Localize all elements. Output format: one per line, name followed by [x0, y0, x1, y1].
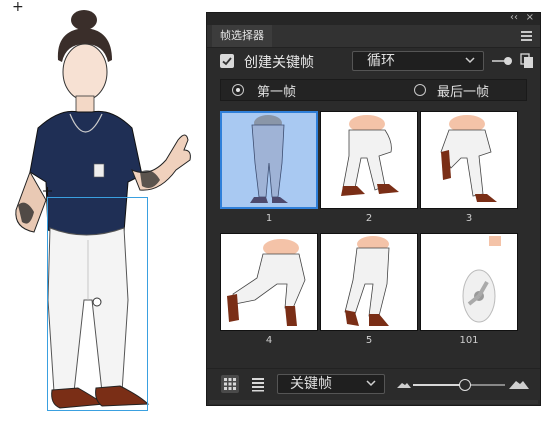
frame-thumbnail[interactable]: 1 — [220, 111, 320, 224]
checkmark-icon — [222, 57, 232, 66]
canvas-stage[interactable]: + — [0, 0, 205, 423]
grid-view-button[interactable] — [221, 375, 239, 393]
frame-number: 5 — [365, 335, 373, 346]
large-mountain-icon — [509, 381, 529, 389]
panel-top-bar: ‹‹ × — [207, 12, 540, 25]
frame-number: 3 — [465, 213, 473, 224]
collapse-panel-icon[interactable]: ‹‹ — [510, 12, 518, 23]
copy-icon[interactable] — [520, 53, 534, 69]
tab-frame-picker[interactable]: 帧选择器 — [212, 25, 272, 47]
frame-number: 101 — [459, 335, 479, 346]
panel-bottom-bar: 关键帧 — [207, 368, 540, 399]
panel-scrollbar[interactable] — [209, 400, 538, 404]
first-frame-radio[interactable] — [232, 84, 244, 96]
frame-number: 2 — [365, 213, 373, 224]
frame-thumbnail[interactable]: 4 — [220, 233, 320, 346]
create-keyframe-label: 创建关键帧 — [244, 55, 314, 71]
frame-number: 1 — [265, 213, 273, 224]
last-frame-radio[interactable] — [414, 84, 426, 96]
frame-thumbnail-grid: 1 2 3 4 5 101 — [217, 108, 528, 366]
loop-dropdown[interactable]: 循环 — [352, 51, 484, 71]
small-mountain-icon — [397, 383, 411, 388]
loop-dropdown-value: 循环 — [367, 53, 395, 69]
list-view-icon — [252, 378, 264, 392]
slider-fill — [413, 384, 464, 386]
chevron-down-icon — [465, 57, 475, 64]
selection-bounding-box — [47, 197, 148, 411]
panel-tab-row: 帧选择器 — [207, 25, 540, 48]
list-view-button[interactable] — [249, 375, 267, 393]
frame-thumbnail[interactable]: 101 — [420, 233, 520, 346]
keyframe-options-row: 创建关键帧 循环 — [207, 51, 540, 73]
frame-filter-dropdown[interactable]: 关键帧 — [277, 374, 385, 394]
thumbnail-size-slider[interactable] — [397, 374, 533, 394]
frame-picker-panel: ‹‹ × 帧选择器 创建关键帧 循环 第一帧 最后一帧 1 2 3 4 5 10… — [207, 12, 540, 405]
grid-view-icon — [224, 378, 236, 390]
create-keyframe-checkbox[interactable] — [220, 54, 234, 68]
frame-filter-value: 关键帧 — [290, 376, 332, 392]
first-frame-label: 第一帧 — [257, 85, 297, 100]
frame-thumbnail[interactable]: 5 — [320, 233, 420, 346]
slider-knob[interactable] — [458, 379, 471, 391]
frame-thumbnail[interactable]: 3 — [420, 111, 520, 224]
pin-icon[interactable] — [492, 55, 514, 67]
frame-thumbnail[interactable]: 2 — [320, 111, 420, 224]
chevron-down-icon — [366, 380, 376, 387]
close-panel-icon[interactable]: × — [526, 12, 534, 23]
loop-range-radio-group: 第一帧 最后一帧 — [220, 79, 527, 101]
frame-number: 4 — [265, 335, 273, 346]
panel-menu-icon[interactable] — [521, 31, 532, 41]
last-frame-label: 最后一帧 — [437, 85, 490, 100]
